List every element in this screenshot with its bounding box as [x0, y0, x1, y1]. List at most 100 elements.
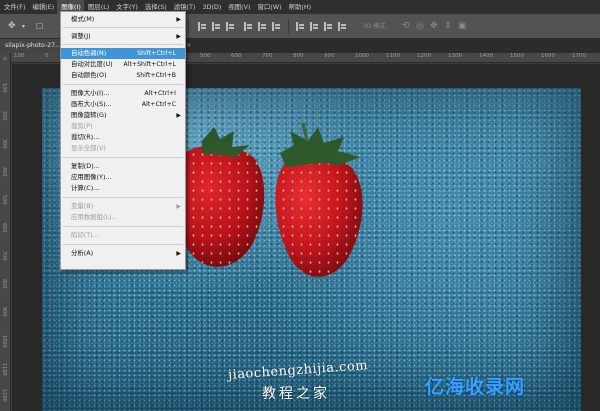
menu-item-adjust[interactable]: 调整(J) ▶	[61, 31, 185, 42]
menu-divider	[63, 84, 183, 85]
menu-item-label: 图像大小(I)...	[71, 89, 110, 97]
ruler-label: 0	[45, 53, 49, 59]
menu-item-label: 变量(B)	[71, 202, 94, 210]
menu-item-shortcut: Alt+Ctrl+I	[144, 90, 176, 97]
menu-divider	[63, 244, 183, 245]
menu-item-auto-color[interactable]: 自动颜色(O) Shift+Ctrl+B	[61, 70, 185, 81]
ruler-label: 900	[324, 53, 335, 59]
ruler-label: 500	[200, 53, 211, 59]
distribute-bottom-icon[interactable]	[324, 22, 333, 31]
menu-item-label: 裁剪(P)	[71, 122, 93, 130]
menu-item-calculations[interactable]: 计算(C)...	[61, 183, 185, 194]
menu-item-mode[interactable]: 模式(M) ▶	[61, 14, 185, 25]
3d-slide-icon[interactable]: ⇕	[444, 14, 452, 39]
ruler-label: 1600	[541, 53, 555, 59]
menu-item-image-size[interactable]: 图像大小(I)... Alt+Ctrl+I	[61, 88, 185, 99]
ruler-label: 0	[1, 57, 7, 61]
menu-item-label: 模式(M)	[71, 15, 95, 23]
align-vcenter-icon[interactable]	[212, 22, 221, 31]
menu-item-variables: 变量(B) ▶	[61, 201, 185, 212]
menu-help[interactable]: 帮助(H)	[285, 0, 315, 14]
ruler-label: 700	[262, 53, 273, 59]
move-tool-icon[interactable]: ✥	[8, 14, 16, 39]
ruler-label: 1700	[572, 53, 586, 59]
ruler-label: 700	[1, 251, 7, 261]
menu-item-auto-tone[interactable]: 自动色调(N) Shift+Ctrl+L	[61, 48, 185, 59]
menu-item-shortcut: Shift+Ctrl+L	[137, 50, 176, 57]
ruler-label: 1000	[355, 53, 369, 59]
tool-preset-chevron-icon[interactable]: ▾	[22, 14, 25, 39]
submenu-arrow-icon: ▶	[176, 250, 181, 257]
align-bottom-icon[interactable]	[226, 22, 235, 31]
ruler-label: 1100	[386, 53, 400, 59]
ruler-label: 1200	[417, 53, 431, 59]
ruler-label: 1200	[1, 389, 7, 402]
align-left-icon[interactable]	[244, 22, 253, 31]
align-hcenter-icon[interactable]	[258, 22, 267, 31]
menu-item-reveal-all: 显示全部(V)	[61, 143, 185, 154]
ruler-label: 200	[1, 111, 7, 121]
menu-item-label: 应用数据组(L)...	[71, 213, 118, 221]
submenu-arrow-icon: ▶	[176, 112, 181, 119]
ruler-label: 400	[1, 167, 7, 177]
3d-roll-icon[interactable]: ◎	[416, 14, 424, 39]
menu-item-label: 调整(J)	[71, 32, 91, 40]
watermark-logo: 亿海收录网	[425, 376, 526, 398]
menu-divider	[63, 44, 183, 45]
menu-view[interactable]: 视图(V)	[224, 0, 253, 14]
ruler-label: 600	[1, 223, 7, 233]
ruler-label: 100	[14, 53, 25, 59]
menu-item-canvas-size[interactable]: 画布大小(S)... Alt+Ctrl+C	[61, 99, 185, 110]
distribute-top-icon[interactable]	[296, 22, 305, 31]
3d-pan-icon[interactable]: ✥	[430, 14, 438, 39]
ruler-label: 800	[1, 279, 7, 289]
menu-item-label: 图像旋转(G)	[71, 111, 107, 119]
menu-window[interactable]: 窗口(W)	[253, 0, 284, 14]
3d-scale-icon[interactable]: ▣	[458, 14, 467, 39]
menu-divider	[63, 157, 183, 158]
menu-item-label: 应用图像(Y)...	[71, 173, 112, 181]
watermark-site-name: 教程之家	[262, 386, 330, 402]
3d-rotate-icon[interactable]: ⟲	[402, 14, 410, 39]
align-top-icon[interactable]	[198, 22, 207, 31]
menu-divider	[63, 197, 183, 198]
close-icon[interactable]: ×	[186, 42, 191, 49]
menu-item-apply-image[interactable]: 应用图像(Y)...	[61, 172, 185, 183]
distribute-vcenter-icon[interactable]	[310, 22, 319, 31]
align-right-icon[interactable]	[272, 22, 281, 31]
menu-item-image-rotation[interactable]: 图像旋转(G) ▶	[61, 110, 185, 121]
menu-divider	[63, 27, 183, 28]
menu-item-shortcut: Alt+Shift+Ctrl+L	[123, 61, 176, 68]
menu-item-analysis[interactable]: 分析(A) ▶	[61, 248, 185, 259]
distribute-left-icon[interactable]	[338, 22, 347, 31]
menu-item-label: 自动颜色(O)	[71, 71, 107, 79]
divider	[288, 19, 289, 34]
submenu-arrow-icon: ▶	[176, 16, 181, 23]
image-menu-dropdown: 模式(M) ▶ 调整(J) ▶ 自动色调(N) Shift+Ctrl+L 自动对比度(…	[60, 11, 186, 270]
menu-item-duplicate[interactable]: 复制(D)...	[61, 161, 185, 172]
menu-item-label: 画布大小(S)...	[71, 100, 112, 108]
auto-select-checkbox[interactable]: ☐	[36, 14, 43, 39]
ruler-label: 300	[1, 139, 7, 149]
menu-item-label: 裁切(R)...	[71, 133, 100, 141]
menu-item-label: 显示全部(V)	[71, 144, 106, 152]
vertical-ruler: 0 100 200 300 400 500 600 700 800 900 10…	[0, 53, 11, 411]
menu-item-shortcut: Shift+Ctrl+B	[136, 72, 176, 79]
ruler-label: 900	[1, 307, 7, 317]
ruler-label: 1000	[1, 335, 7, 348]
menu-item-label: 自动对比度(U)	[71, 60, 113, 68]
ruler-label: 100	[1, 83, 7, 93]
ruler-label: 1500	[510, 53, 524, 59]
menu-item-label: 自动色调(N)	[71, 49, 107, 57]
document-tab[interactable]: silapix-photo-27...	[0, 39, 60, 53]
menu-item-label: 陷印(T)...	[71, 231, 99, 239]
ruler-label: 1400	[479, 53, 493, 59]
ruler-label: 1100	[1, 363, 7, 376]
divider	[188, 19, 189, 34]
menu-divider	[63, 226, 183, 227]
menu-edit[interactable]: 编辑(E)	[28, 0, 57, 14]
menu-item-auto-contrast[interactable]: 自动对比度(U) Alt+Shift+Ctrl+L	[61, 59, 185, 70]
menu-file[interactable]: 文件(F)	[0, 0, 28, 14]
menu-3d[interactable]: 3D(D)	[198, 0, 224, 14]
menu-item-trim[interactable]: 裁切(R)...	[61, 132, 185, 143]
